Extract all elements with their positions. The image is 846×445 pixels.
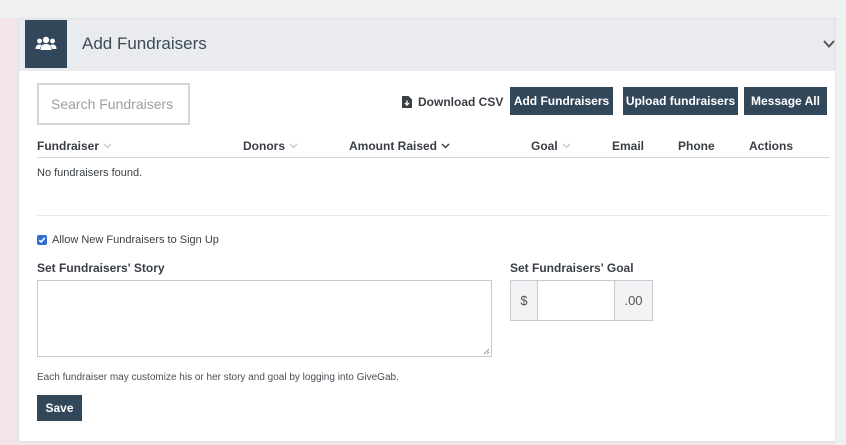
column-header-actions: Actions [749, 139, 793, 153]
allow-signup-row[interactable]: Allow New Fundraisers to Sign Up [37, 234, 219, 246]
column-header-fundraiser[interactable]: Fundraiser [37, 139, 112, 153]
allow-signup-label: Allow New Fundraisers to Sign Up [52, 234, 219, 246]
story-label: Set Fundraisers' Story [37, 261, 165, 275]
column-header-goal[interactable]: Goal [531, 139, 571, 153]
save-button[interactable]: Save [37, 395, 82, 421]
sort-caret-icon [441, 143, 450, 149]
people-group-icon [25, 20, 67, 68]
add-fundraisers-panel: Add Fundraisers Download CSV Add Fundrai… [18, 18, 836, 442]
allow-signup-checkbox[interactable] [37, 235, 47, 245]
column-header-label: Goal [531, 139, 558, 153]
sort-caret-icon [562, 143, 571, 149]
empty-table-message: No fundraisers found. [37, 167, 143, 179]
goal-cents-suffix: .00 [614, 281, 652, 320]
column-header-label: Email [612, 139, 645, 153]
help-text: Each fundraiser may customize his or her… [37, 372, 399, 383]
add-fundraisers-button[interactable]: Add Fundraisers [510, 87, 613, 115]
message-all-button[interactable]: Message All [744, 87, 827, 115]
column-header-label: Actions [749, 139, 794, 153]
column-header-email: Email [612, 139, 644, 153]
resize-handle-icon[interactable] [482, 347, 490, 355]
goal-input-group: $ .00 [510, 280, 653, 321]
table-header-divider [37, 157, 830, 158]
panel-header[interactable]: Add Fundraisers [19, 19, 835, 71]
file-download-icon [402, 96, 412, 108]
chevron-down-icon[interactable] [822, 37, 836, 51]
upload-fundraisers-button[interactable]: Upload fundraisers [623, 87, 738, 115]
fundraiser-story-textarea[interactable] [37, 280, 492, 357]
page-right-strip [836, 0, 846, 445]
column-header-label: Fundraiser [37, 139, 100, 153]
goal-label: Set Fundraisers' Goal [510, 261, 634, 275]
download-csv-link[interactable]: Download CSV [402, 95, 503, 109]
column-header-phone: Phone [678, 139, 715, 153]
column-header-label: Donors [243, 139, 285, 153]
download-csv-label: Download CSV [418, 95, 504, 109]
panel-title: Add Fundraisers [82, 34, 207, 53]
search-fundraisers-input[interactable] [37, 83, 190, 125]
goal-dollar-prefix: $ [511, 281, 538, 320]
sort-caret-icon [289, 143, 298, 149]
column-header-label: Amount Raised [349, 139, 438, 153]
sort-caret-icon [103, 143, 112, 149]
column-header-amount-raised[interactable]: Amount Raised [349, 139, 450, 153]
page-top-strip [0, 0, 846, 18]
section-divider [37, 215, 830, 216]
goal-amount-input[interactable] [538, 281, 614, 320]
column-header-donors[interactable]: Donors [243, 139, 298, 153]
column-header-label: Phone [678, 139, 715, 153]
